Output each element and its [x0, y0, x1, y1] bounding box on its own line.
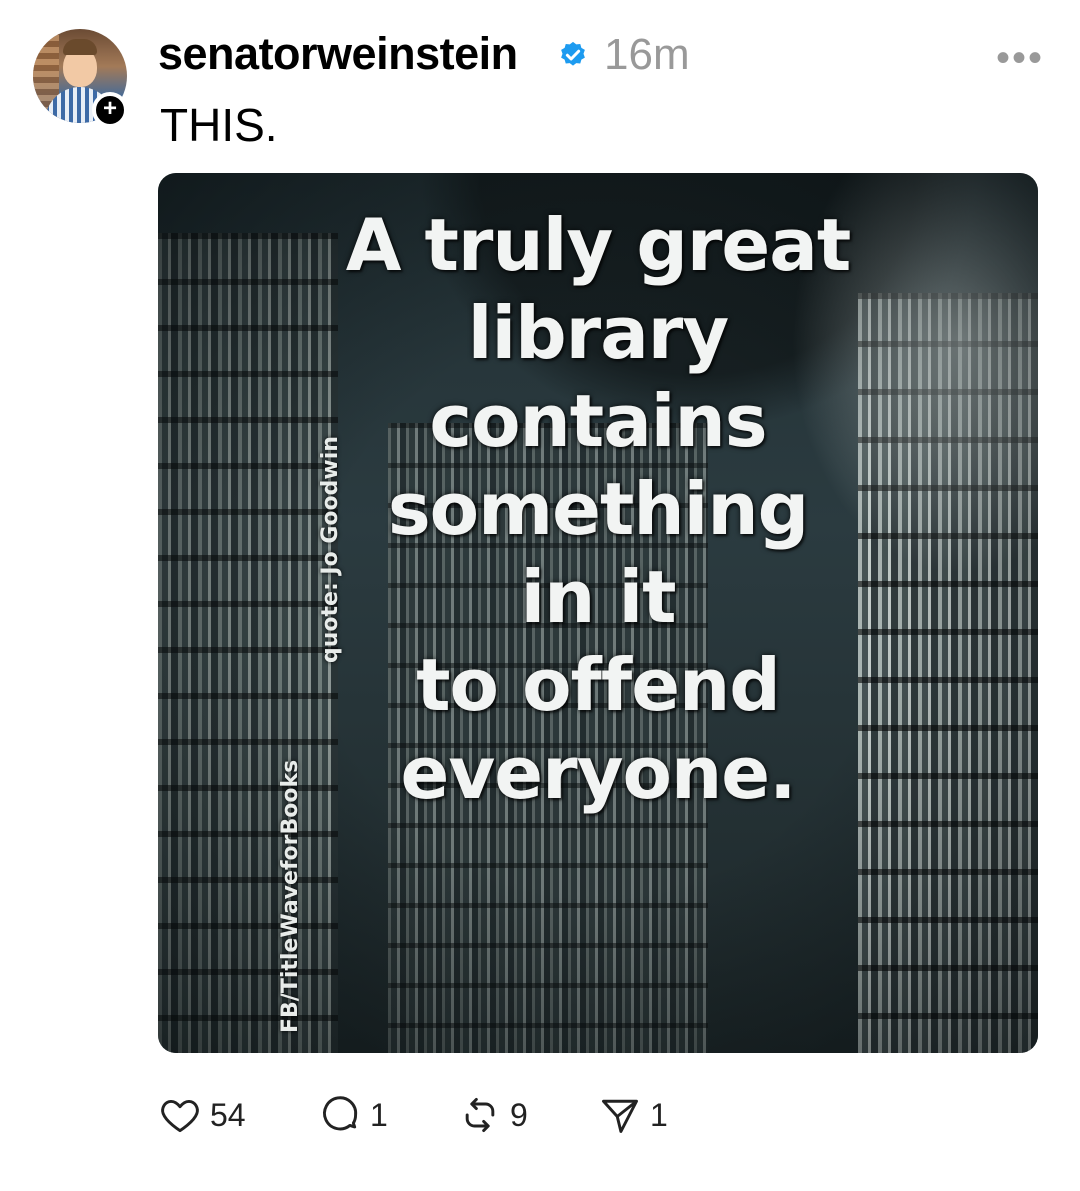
image-source-credit: FB/TitleWaveforBooks	[278, 759, 303, 1033]
reply-button[interactable]: 1	[318, 1090, 388, 1140]
repost-button[interactable]: 9	[458, 1090, 528, 1140]
send-icon	[602, 1099, 638, 1133]
quote-line: something	[387, 467, 809, 551]
like-count: 54	[210, 1096, 246, 1133]
quote-line: contains	[429, 379, 767, 463]
quote-line: A truly great	[345, 203, 852, 287]
repost-count: 9	[510, 1096, 528, 1133]
like-button[interactable]: 54	[158, 1090, 246, 1140]
verified-badge-icon	[561, 41, 585, 66]
ellipsis-icon[interactable]: •••	[996, 36, 1044, 81]
username[interactable]: senatorweinstein	[158, 28, 518, 80]
post-image[interactable]: A truly great library contains something…	[158, 173, 1038, 1053]
reply-count: 1	[370, 1096, 388, 1133]
avatar-hair	[63, 39, 97, 55]
post: + senatorweinstein 16m ••• THIS. A truly…	[0, 0, 1080, 1191]
reply-icon	[323, 1096, 358, 1131]
quote-line: everyone.	[400, 731, 797, 815]
post-time: 16m	[604, 30, 690, 79]
quote-line: library	[467, 291, 729, 375]
post-text: THIS.	[160, 99, 278, 151]
repost-icon	[465, 1097, 495, 1133]
quote-line: to offend	[416, 643, 781, 727]
follow-plus-icon[interactable]: +	[92, 92, 128, 128]
quote-line: in it	[520, 555, 676, 639]
share-button[interactable]: 1	[598, 1090, 668, 1140]
image-quote: A truly great library contains something…	[328, 201, 868, 817]
heart-icon	[161, 1099, 199, 1133]
share-count: 1	[650, 1096, 668, 1133]
image-quote-credit: quote: Jo Goodwin	[318, 436, 343, 663]
